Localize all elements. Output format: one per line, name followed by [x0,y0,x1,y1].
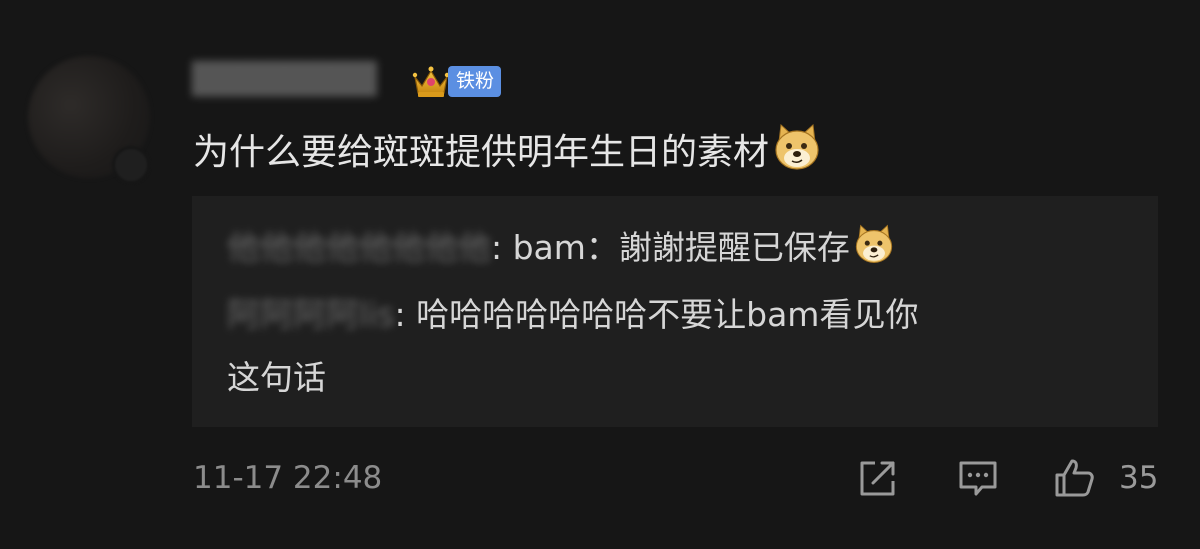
reply-separator: : [491,228,513,267]
reply-author-blurred[interactable]: 他他他他他他他他 [227,228,491,267]
thumbs-up-icon [1055,459,1094,497]
comment-text: 为什么要给斑斑提供明年生日的素材 [193,132,770,173]
doge-emoji-icon [775,123,819,170]
comment-icon [959,461,997,496]
reply-separator: : [394,295,417,334]
reply-text-continued: 这句话 [227,358,326,397]
username-blurred[interactable]: ████████ [192,56,377,104]
reply-item[interactable]: 他他他他他他他他: bam：謝謝提醒已保存 [227,220,896,276]
reply-author-blurred[interactable]: 阿阿阿阿lis [227,295,395,334]
reply-item[interactable]: 阿阿阿阿lis: 哈哈哈哈哈哈哈不要让bam看见你 [227,287,918,343]
crown-icon [412,66,450,97]
comment-timestamp: 11-17 22:48 [193,460,383,496]
comment-screen: ████████ 铁粉 为什么要给斑斑提供明年生日的素材 他他他他他他他他: b… [0,0,1200,549]
share-icon [860,461,895,496]
doge-emoji-icon [855,224,893,263]
like-button[interactable]: 35 [1053,456,1158,500]
like-count: 35 [1119,460,1159,496]
reply-preview-box[interactable]: 他他他他他他他他: bam：謝謝提醒已保存 阿阿阿阿lis: 哈哈哈哈哈哈哈不要… [192,196,1158,427]
avatar-verified-badge [112,146,150,184]
reply-text: 哈哈哈哈哈哈哈不要让bam看见你 [416,295,919,334]
fan-level-badge: 铁粉 [448,66,502,97]
share-button[interactable] [856,456,900,500]
comment-button[interactable] [956,456,1000,500]
comment-body: 为什么要给斑斑提供明年生日的素材 [193,122,823,179]
reply-text: bam：謝謝提醒已保存 [512,228,850,267]
